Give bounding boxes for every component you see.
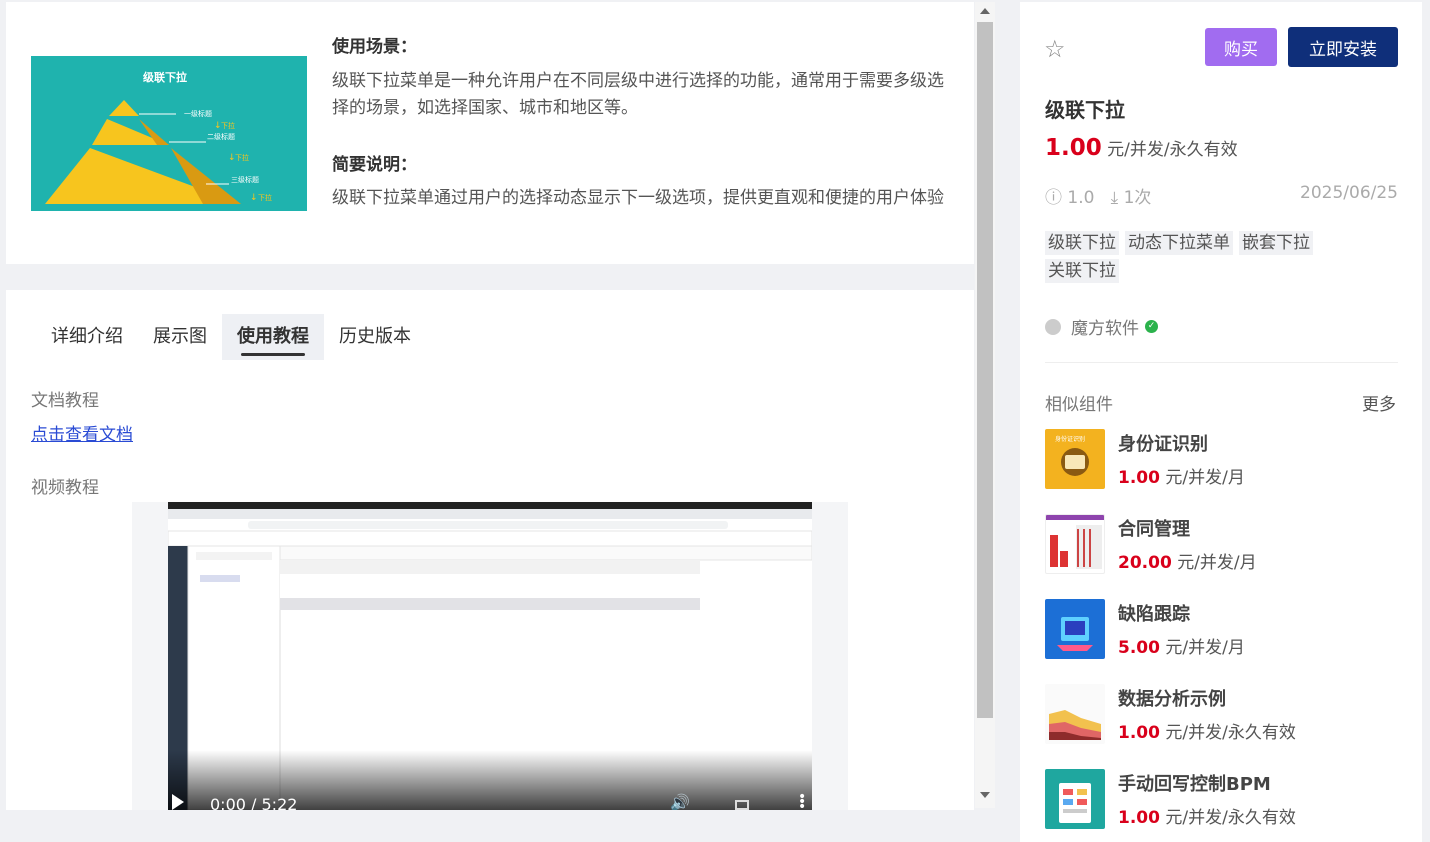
vendor[interactable]: 魔方软件 ✓ [1045, 314, 1158, 339]
component-thumbnail: 级联下拉 一级标题 下拉 二级标题 下拉 三级标题 下拉 ↓ ↓ ↓ [31, 56, 307, 211]
brief-heading: 简要说明： [332, 155, 417, 175]
doc-tutorial-label: 文档教程 [31, 391, 99, 411]
download-count: 1次 [1123, 188, 1152, 208]
product-meta: ⓘ 1.0 ⤓ 1次 2025/06/25 [1045, 183, 1398, 208]
price-unit: 元/并发/月 [1165, 638, 1245, 658]
tab-tutorial[interactable]: 使用教程 [222, 314, 324, 360]
thumb-label: 下拉 [221, 121, 235, 130]
pyramid-illustration: 级联下拉 一级标题 下拉 二级标题 下拉 三级标题 下拉 ↓ ↓ ↓ [45, 70, 272, 204]
similar-item[interactable]: 缺陷跟踪 5.00 元/并发/月 [1045, 599, 1398, 661]
version: 1.0 [1067, 188, 1095, 208]
svg-text:身份证识别: 身份证识别 [1055, 435, 1085, 443]
similar-item-price: 5.00 元/并发/月 [1118, 633, 1245, 658]
price-value: 20.00 [1118, 553, 1172, 573]
price-value: 1.00 [1118, 723, 1160, 743]
product-sidebar: ☆ 购买 立即安装 级联下拉 1.00 元/并发/永久有效 ⓘ 1.0 ⤓ 1次… [1020, 2, 1422, 842]
more-options-icon[interactable]: • • • [798, 790, 806, 810]
scene-heading: 使用场景： [332, 37, 417, 57]
detail-tabs: 详细介绍 展示图 使用教程 历史版本 [36, 314, 426, 360]
tag[interactable]: 嵌套下拉 [1239, 231, 1313, 255]
fullscreen-icon[interactable] [735, 800, 749, 810]
thumb-label: 二级标题 [207, 132, 235, 141]
thumb-label: 下拉 [235, 153, 249, 162]
similar-item-name: 合同管理 [1118, 519, 1190, 540]
product-title: 级联下拉 [1045, 98, 1125, 122]
product-price: 1.00 元/并发/永久有效 [1045, 135, 1238, 161]
tag-list: 级联下拉 动态下拉菜单 嵌套下拉 关联下拉 [1045, 231, 1345, 283]
intro-card: 级联下拉 一级标题 下拉 二级标题 下拉 三级标题 下拉 ↓ ↓ ↓ 使用场景：… [6, 2, 974, 264]
install-button[interactable]: 立即安装 [1288, 27, 1398, 67]
similar-item[interactable]: 手动回写控制BPM 1.00 元/并发/永久有效 [1045, 769, 1398, 831]
play-icon[interactable] [172, 794, 184, 810]
price-unit: 元/并发/永久有效 [1107, 140, 1238, 160]
id-card-icon: 身份证识别 [1045, 429, 1105, 489]
bug-tracking-icon [1045, 599, 1105, 659]
arrow-down-icon: ↓ [214, 121, 222, 131]
favorite-star-icon[interactable]: ☆ [1044, 35, 1066, 63]
similar-item[interactable]: 数据分析示例 1.00 元/并发/永久有效 [1045, 684, 1398, 746]
tag[interactable]: 级联下拉 [1045, 231, 1119, 255]
arrow-down-icon: ↓ [228, 153, 236, 163]
scroll-up-icon[interactable] [980, 8, 990, 14]
price-unit: 元/并发/永久有效 [1165, 723, 1296, 743]
similar-item[interactable]: 身份证识别 身份证识别 1.00 元/并发/月 [1045, 429, 1398, 491]
thumb-label: 三级标题 [231, 175, 259, 184]
similar-item-price: 1.00 元/并发/月 [1118, 463, 1245, 488]
detail-card: 详细介绍 展示图 使用教程 历史版本 文档教程 点击查看文档 视频教程 0:00… [6, 290, 974, 810]
video-player[interactable]: 0:00 / 5:22 🔊 • • • [132, 502, 848, 810]
price-value: 5.00 [1118, 638, 1160, 658]
vendor-name: 魔方软件 [1071, 319, 1139, 339]
more-link[interactable]: 更多 [1362, 390, 1396, 415]
download-icon: ⤓ [1110, 188, 1119, 208]
similar-item-name: 数据分析示例 [1118, 689, 1226, 710]
price-value: 1.00 [1118, 468, 1160, 488]
contract-icon [1045, 514, 1105, 574]
buy-button[interactable]: 购买 [1205, 28, 1277, 66]
volume-icon[interactable]: 🔊 [670, 793, 690, 810]
similar-item[interactable]: 合同管理 20.00 元/并发/月 [1045, 514, 1398, 576]
similar-item-name: 缺陷跟踪 [1118, 604, 1190, 625]
arrow-down-icon: ↓ [250, 193, 258, 203]
price-value: 1.00 [1118, 808, 1160, 828]
vendor-avatar [1045, 318, 1061, 335]
brief-text: 级联下拉菜单通过用户的选择动态显示下一级选项，提供更直观和便捷的用户体验 [332, 188, 944, 208]
scrollbar[interactable] [975, 2, 995, 808]
similar-item-price: 20.00 元/并发/月 [1118, 548, 1257, 573]
tab-history[interactable]: 历史版本 [324, 314, 426, 360]
verified-icon: ✓ [1145, 320, 1158, 333]
similar-item-name: 手动回写控制BPM [1118, 774, 1271, 795]
view-doc-link[interactable]: 点击查看文档 [31, 420, 133, 445]
price-unit: 元/并发/永久有效 [1165, 808, 1296, 828]
thumb-label: 下拉 [258, 193, 272, 202]
video-controls: 0:00 / 5:22 🔊 • • • [168, 750, 812, 810]
price-value: 1.00 [1045, 135, 1102, 161]
version-icon: ⓘ [1045, 188, 1062, 208]
thumb-title: 级联下拉 [142, 70, 187, 84]
right-edge [1424, 0, 1430, 842]
price-unit: 元/并发/月 [1165, 468, 1245, 488]
release-date: 2025/06/25 [1300, 183, 1398, 203]
price-unit: 元/并发/月 [1177, 553, 1257, 573]
similar-heading: 相似组件 [1045, 395, 1113, 415]
video-frame: 0:00 / 5:22 🔊 • • • [168, 502, 812, 810]
divider [1045, 362, 1398, 363]
main-panel: 级联下拉 一级标题 下拉 二级标题 下拉 三级标题 下拉 ↓ ↓ ↓ 使用场景：… [0, 0, 1018, 842]
scrollbar-thumb[interactable] [977, 22, 993, 718]
tab-screenshots[interactable]: 展示图 [138, 314, 222, 360]
tag[interactable]: 动态下拉菜单 [1125, 231, 1233, 255]
similar-item-price: 1.00 元/并发/永久有效 [1118, 718, 1296, 743]
tag[interactable]: 关联下拉 [1045, 259, 1119, 283]
scroll-down-icon[interactable] [980, 792, 990, 798]
tab-detail[interactable]: 详细介绍 [36, 314, 138, 360]
data-analysis-icon [1045, 684, 1105, 744]
similar-item-price: 1.00 元/并发/永久有效 [1118, 803, 1296, 828]
video-time: 0:00 / 5:22 [210, 795, 298, 810]
similar-item-name: 身份证识别 [1118, 434, 1208, 455]
video-tutorial-label: 视频教程 [31, 478, 99, 498]
thumb-label: 一级标题 [184, 109, 212, 118]
bpm-icon [1045, 769, 1105, 829]
scene-text: 级联下拉菜单是一种允许用户在不同层级中进行选择的功能，通常用于需要多级选择的场景… [332, 71, 944, 118]
bottom-strip [0, 810, 1018, 842]
